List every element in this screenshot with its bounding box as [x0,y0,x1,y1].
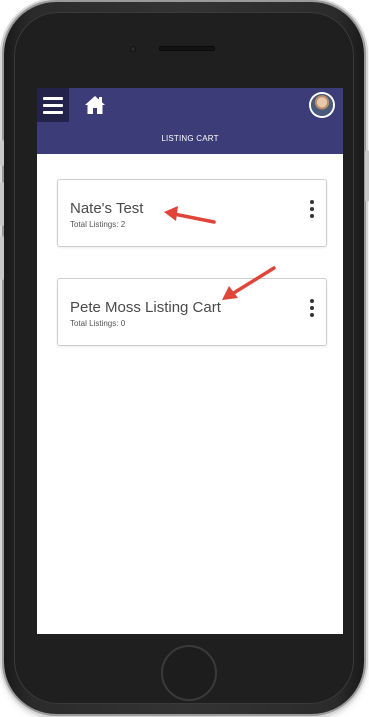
kebab-menu-icon[interactable] [308,299,316,319]
earpiece-speaker [159,46,215,51]
page-title-bar: LISTING CART [37,122,343,154]
phone-volume-down [0,236,4,280]
cart-listing-count: Total Listings: 0 [70,319,126,328]
top-nav-bar [37,88,343,122]
annotation-arrow [222,266,276,300]
app-screen: LISTING CART Nate's Test Total Listings:… [37,88,343,634]
home-icon[interactable] [84,95,106,115]
user-avatar[interactable] [311,94,333,116]
front-camera [130,46,136,52]
cart-name: Pete Moss Listing Cart [70,299,221,316]
annotation-arrow [164,206,216,224]
phone-power-button [365,150,369,202]
phone-volume-up [0,182,4,226]
phone-side-button [0,140,4,166]
kebab-menu-icon[interactable] [308,200,316,220]
listing-cart-card[interactable]: Pete Moss Listing Cart Total Listings: 0 [57,278,327,346]
cart-listing-count: Total Listings: 2 [70,220,126,229]
hamburger-menu-icon[interactable] [37,88,69,122]
phone-home-button[interactable] [161,645,217,701]
page-title: LISTING CART [161,133,219,143]
cart-name: Nate's Test [70,200,144,217]
